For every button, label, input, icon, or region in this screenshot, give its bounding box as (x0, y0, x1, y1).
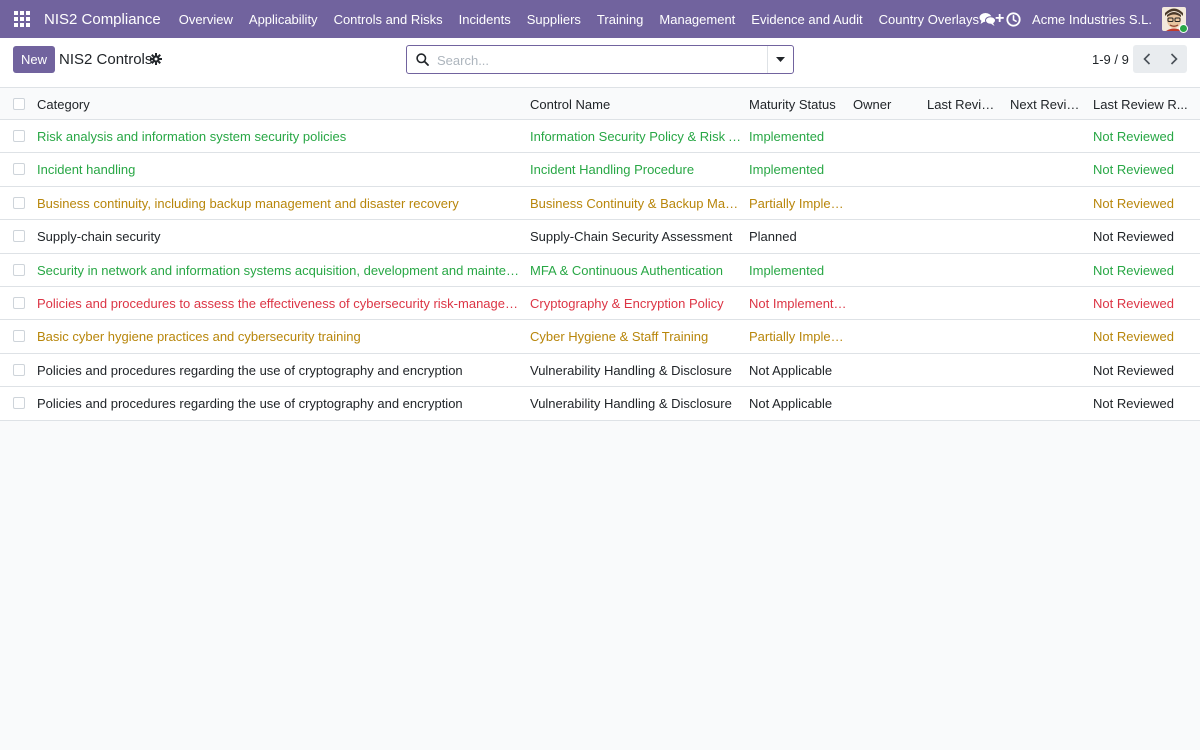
cell-category[interactable]: Supply-chain security (37, 229, 524, 244)
search-input[interactable] (437, 50, 767, 70)
cell-last-review-result[interactable]: Not Reviewed (1093, 129, 1188, 144)
menu-management[interactable]: Management (651, 12, 743, 27)
search-options-toggle[interactable] (767, 46, 793, 73)
cell-category[interactable]: Security in network and information syst… (37, 263, 524, 278)
row-checkbox[interactable] (13, 397, 25, 410)
menu-suppliers[interactable]: Suppliers (519, 12, 589, 27)
cell-maturity-status[interactable]: Planned (749, 229, 847, 244)
select-all-checkbox[interactable] (13, 98, 25, 110)
row-checkbox[interactable] (13, 230, 25, 243)
online-status-dot (1179, 24, 1188, 33)
gear-icon[interactable] (150, 53, 162, 68)
row-checkbox[interactable] (13, 263, 25, 276)
cell-last-review-result[interactable]: Not Reviewed (1093, 162, 1188, 177)
main-menu: Overview Applicability Controls and Risk… (171, 10, 1013, 28)
cell-category[interactable]: Business continuity, including backup ma… (37, 196, 524, 211)
cell-maturity-status[interactable]: Partially Implem... (749, 329, 847, 344)
row-checkbox[interactable] (13, 196, 25, 209)
cell-last-review-result[interactable]: Not Reviewed (1093, 296, 1188, 311)
cell-category[interactable]: Basic cyber hygiene practices and cybers… (37, 329, 524, 344)
table-row[interactable]: Policies and procedures regarding the us… (0, 387, 1200, 421)
menu-incidents[interactable]: Incidents (451, 12, 519, 27)
cell-last-review-result[interactable]: Not Reviewed (1093, 329, 1188, 344)
menu-training[interactable]: Training (589, 12, 651, 27)
top-navbar: NIS2 Compliance Overview Applicability C… (0, 0, 1200, 38)
app-name[interactable]: NIS2 Compliance (44, 11, 161, 28)
table-row[interactable]: Supply-chain security Supply-Chain Secur… (0, 220, 1200, 254)
chat-icon[interactable] (974, 0, 1000, 38)
menu-applicability[interactable]: Applicability (241, 12, 326, 27)
cell-maturity-status[interactable]: Implemented (749, 162, 847, 177)
navbar-systray: Acme Industries S.L. (974, 0, 1200, 38)
table-row[interactable]: Incident handling Incident Handling Proc… (0, 153, 1200, 187)
cell-category[interactable]: Policies and procedures regarding the us… (37, 363, 524, 378)
table-row[interactable]: Policies and procedures to assess the ef… (0, 286, 1200, 321)
user-avatar[interactable] (1162, 7, 1188, 33)
cell-control-name[interactable]: Information Security Policy & Risk Ana..… (530, 129, 742, 144)
apps-grid-icon[interactable] (0, 0, 44, 38)
cell-maturity-status[interactable]: Implemented (749, 263, 847, 278)
header-category[interactable]: Category (37, 97, 524, 112)
cell-last-review-result[interactable]: Not Reviewed (1093, 363, 1188, 378)
page-title: NIS2 Controls (59, 51, 153, 68)
cell-maturity-status[interactable]: Not Applicable (749, 363, 847, 378)
cell-control-name[interactable]: Vulnerability Handling & Disclosure (530, 363, 742, 378)
header-owner[interactable]: Owner (853, 97, 921, 112)
clock-icon[interactable] (1000, 0, 1026, 38)
header-maturity-status[interactable]: Maturity Status (749, 97, 847, 112)
cell-control-name[interactable]: Supply-Chain Security Assessment (530, 229, 742, 244)
chevron-right-icon (1170, 53, 1178, 65)
table-header: Category Control Name Maturity Status Ow… (0, 88, 1200, 120)
table-row[interactable]: Security in network and information syst… (0, 253, 1200, 287)
header-last-review[interactable]: Last Revie... (927, 97, 999, 112)
cell-control-name[interactable]: Incident Handling Procedure (530, 162, 742, 177)
pager-value[interactable]: 1-9 / 9 (1092, 52, 1129, 67)
row-checkbox[interactable] (13, 163, 25, 176)
cell-last-review-result[interactable]: Not Reviewed (1093, 229, 1188, 244)
cell-category[interactable]: Policies and procedures regarding the us… (37, 396, 524, 411)
header-last-review-result[interactable]: Last Review R... (1093, 97, 1188, 112)
header-control-name[interactable]: Control Name (530, 97, 742, 112)
menu-controls-and-risks[interactable]: Controls and Risks (326, 12, 451, 27)
cell-control-name[interactable]: Cyber Hygiene & Staff Training (530, 329, 742, 344)
pager-previous-button[interactable] (1133, 45, 1160, 73)
cell-last-review-result[interactable]: Not Reviewed (1093, 396, 1188, 411)
cell-control-name[interactable]: Business Continuity & Backup Manag... (530, 196, 742, 211)
search-bar (406, 45, 794, 74)
table-row[interactable]: Basic cyber hygiene practices and cybers… (0, 320, 1200, 354)
row-checkbox[interactable] (13, 363, 25, 376)
table-row[interactable]: Policies and procedures regarding the us… (0, 353, 1200, 388)
control-panel: New NIS2 Controls Search... 1-9 / 9 (0, 38, 1200, 88)
cell-last-review-result[interactable]: Not Reviewed (1093, 263, 1188, 278)
menu-country-overlays[interactable]: Country Overlays (871, 12, 987, 27)
caret-down-icon (776, 57, 785, 62)
table-row[interactable]: Business continuity, including backup ma… (0, 186, 1200, 221)
cell-maturity-status[interactable]: Not Implemented (749, 296, 847, 311)
cell-control-name[interactable]: MFA & Continuous Authentication (530, 263, 742, 278)
cell-control-name[interactable]: Vulnerability Handling & Disclosure (530, 396, 742, 411)
new-button[interactable]: New (13, 46, 55, 73)
chevron-left-icon (1142, 53, 1150, 65)
cell-maturity-status[interactable]: Not Applicable (749, 396, 847, 411)
menu-evidence-and-audit[interactable]: Evidence and Audit (743, 12, 870, 27)
row-checkbox[interactable] (13, 130, 25, 142)
menu-overview[interactable]: Overview (171, 12, 241, 27)
cell-maturity-status[interactable]: Partially Implem... (749, 196, 847, 211)
header-next-review[interactable]: Next Revie... (1010, 97, 1084, 112)
company-switcher[interactable]: Acme Industries S.L. (1032, 12, 1152, 27)
row-checkbox[interactable] (13, 330, 25, 343)
cell-category[interactable]: Risk analysis and information system sec… (37, 129, 524, 144)
controls-list-table: Category Control Name Maturity Status Ow… (0, 88, 1200, 421)
cell-maturity-status[interactable]: Implemented (749, 129, 847, 144)
cell-category[interactable]: Policies and procedures to assess the ef… (37, 296, 524, 311)
cell-last-review-result[interactable]: Not Reviewed (1093, 196, 1188, 211)
table-row[interactable]: Risk analysis and information system sec… (0, 120, 1200, 154)
search-icon (416, 53, 429, 69)
cell-category[interactable]: Incident handling (37, 162, 524, 177)
row-checkbox[interactable] (13, 296, 25, 309)
cell-control-name[interactable]: Cryptography & Encryption Policy (530, 296, 742, 311)
pager-next-button[interactable] (1160, 45, 1187, 73)
